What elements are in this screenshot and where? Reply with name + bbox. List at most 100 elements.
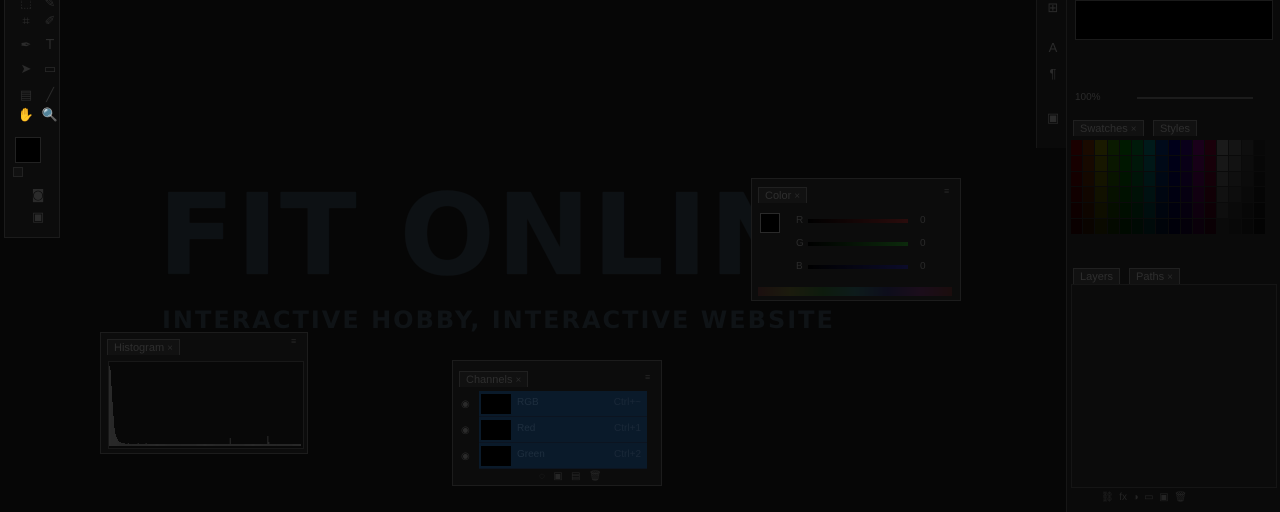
color-swatch[interactable] xyxy=(1253,203,1265,219)
color-swatch[interactable] xyxy=(1156,219,1168,234)
color-slider-track[interactable] xyxy=(808,242,908,246)
color-swatch[interactable] xyxy=(1071,219,1083,234)
color-swatch[interactable] xyxy=(1083,140,1095,155)
color-foreground-swatch[interactable] xyxy=(760,213,780,233)
screen-mode-icon[interactable]: ▣ xyxy=(29,209,47,227)
layer-comps-dock-icon[interactable]: ▣ xyxy=(1045,110,1061,126)
visibility-eye-icon[interactable]: ◉ xyxy=(461,399,471,410)
color-swatch[interactable] xyxy=(1107,155,1119,171)
color-swatch[interactable] xyxy=(1229,140,1241,155)
color-swatch[interactable] xyxy=(1168,155,1180,171)
swatches-close-icon[interactable]: × xyxy=(1131,124,1137,135)
color-swatch[interactable] xyxy=(1095,219,1107,234)
paragraph-dock-icon[interactable]: ¶ xyxy=(1045,66,1061,82)
color-swatch[interactable] xyxy=(1083,171,1095,187)
color-swatch[interactable] xyxy=(1119,219,1131,234)
tab-channels[interactable]: Channels × xyxy=(459,371,529,387)
color-swatch[interactable] xyxy=(1156,140,1168,155)
navigator-preview[interactable] xyxy=(1075,0,1273,40)
color-swatch[interactable] xyxy=(1095,171,1107,187)
visibility-eye-icon[interactable]: ◉ xyxy=(461,425,471,436)
color-swatch[interactable] xyxy=(1253,171,1265,187)
pen-tool-icon[interactable]: ✒ xyxy=(17,37,35,55)
color-swatch[interactable] xyxy=(1168,171,1180,187)
color-swatch[interactable] xyxy=(1192,187,1205,203)
channels-menu-icon[interactable]: ≡ xyxy=(645,373,655,382)
color-swatch[interactable] xyxy=(1071,203,1083,219)
color-swatch[interactable] xyxy=(1205,203,1217,219)
color-swatch[interactable] xyxy=(1131,140,1144,155)
color-menu-icon[interactable]: ≡ xyxy=(944,187,954,196)
color-swatch[interactable] xyxy=(1107,219,1119,234)
color-swatch[interactable] xyxy=(1144,219,1156,234)
quickmask-icon[interactable]: ◙ xyxy=(29,187,47,205)
color-swatch[interactable] xyxy=(1119,140,1131,155)
color-swatch[interactable] xyxy=(1180,155,1192,171)
navigator-dock-icon[interactable]: ⊞ xyxy=(1045,0,1061,16)
zoom-tool-icon[interactable]: 🔍 xyxy=(41,107,59,125)
color-swatch[interactable] xyxy=(1217,140,1229,155)
color-swatch[interactable] xyxy=(1241,219,1253,234)
hand-tool-icon[interactable]: ✋ xyxy=(17,107,35,125)
color-swatch[interactable] xyxy=(1229,155,1241,171)
color-swatch[interactable] xyxy=(1119,187,1131,203)
color-swatch[interactable] xyxy=(1253,187,1265,203)
tab-styles[interactable]: Styles xyxy=(1153,120,1197,136)
color-swatch[interactable] xyxy=(1083,203,1095,219)
lasso-tool-icon[interactable]: ✎ xyxy=(41,0,59,13)
color-swatch[interactable] xyxy=(1071,140,1083,155)
color-swatch[interactable] xyxy=(1119,171,1131,187)
shape-tool-icon[interactable]: ▭ xyxy=(41,61,59,79)
color-swatch[interactable] xyxy=(1131,219,1144,234)
tab-swatches[interactable]: Swatches × xyxy=(1073,120,1144,136)
color-swatch[interactable] xyxy=(1071,155,1083,171)
color-swatch[interactable] xyxy=(1192,155,1205,171)
color-swatch[interactable] xyxy=(1205,187,1217,203)
histogram-menu-icon[interactable]: ≡ xyxy=(291,337,301,346)
tab-layers[interactable]: Layers xyxy=(1073,268,1121,284)
color-swatch[interactable] xyxy=(1253,219,1265,234)
notes-tool-icon[interactable]: ▤ xyxy=(17,87,35,105)
color-swatch[interactable] xyxy=(1217,203,1229,219)
color-swatch[interactable] xyxy=(1168,187,1180,203)
color-swatch[interactable] xyxy=(1217,155,1229,171)
color-swatch[interactable] xyxy=(1144,171,1156,187)
tab-color[interactable]: Color × xyxy=(758,187,808,203)
color-swatch[interactable] xyxy=(1131,203,1144,219)
marquee-tool-icon[interactable]: ⬚ xyxy=(17,0,35,13)
color-swatch[interactable] xyxy=(1107,140,1119,155)
channels-close-icon[interactable]: × xyxy=(515,375,521,386)
color-swatch[interactable] xyxy=(1192,171,1205,187)
color-swatch[interactable] xyxy=(1144,140,1156,155)
color-swatch[interactable] xyxy=(1095,203,1107,219)
color-swatch[interactable] xyxy=(1205,155,1217,171)
color-swatch[interactable] xyxy=(1229,187,1241,203)
color-swatch[interactable] xyxy=(1205,140,1217,155)
color-swatch[interactable] xyxy=(1229,203,1241,219)
color-swatch[interactable] xyxy=(1071,171,1083,187)
color-swatch[interactable] xyxy=(1107,171,1119,187)
tab-histogram[interactable]: Histogram × xyxy=(107,339,180,355)
color-swatch[interactable] xyxy=(1180,187,1192,203)
color-swatch[interactable] xyxy=(1180,171,1192,187)
color-swatch[interactable] xyxy=(1241,203,1253,219)
color-swatch[interactable] xyxy=(1083,219,1095,234)
color-slider-value[interactable]: 0 xyxy=(920,261,926,272)
color-spectrum-ramp[interactable] xyxy=(758,287,952,296)
color-swatch[interactable] xyxy=(1205,219,1217,234)
color-slider-value[interactable]: 0 xyxy=(920,215,926,226)
color-swatch[interactable] xyxy=(1156,155,1168,171)
color-swatch[interactable] xyxy=(1168,203,1180,219)
color-swatch[interactable] xyxy=(1205,171,1217,187)
type-tool-icon[interactable]: T xyxy=(41,37,59,55)
color-swatch[interactable] xyxy=(1119,155,1131,171)
color-swatch[interactable] xyxy=(1180,140,1192,155)
color-swatch[interactable] xyxy=(1144,203,1156,219)
histogram-close-icon[interactable]: × xyxy=(167,343,173,354)
color-close-icon[interactable]: × xyxy=(794,191,800,202)
color-swatch[interactable] xyxy=(1119,203,1131,219)
layers-list[interactable] xyxy=(1071,284,1277,488)
color-swatch[interactable] xyxy=(1156,187,1168,203)
color-swatch[interactable] xyxy=(1192,219,1205,234)
color-swatch[interactable] xyxy=(1253,155,1265,171)
